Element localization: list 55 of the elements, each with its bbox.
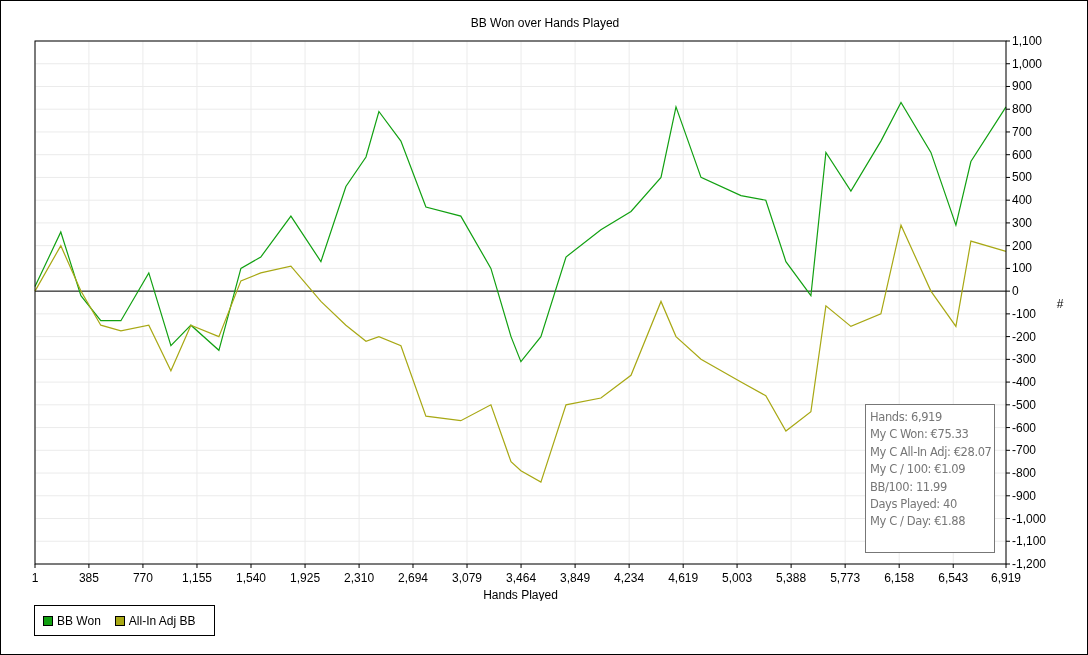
tick-label: 5,388: [776, 571, 807, 585]
tick-label: 6,158: [884, 571, 915, 585]
tick-label: 4,619: [668, 571, 699, 585]
tick-label: 3,079: [452, 571, 483, 585]
tick-label: 4,234: [614, 571, 645, 585]
tick-label: -700: [1012, 443, 1037, 458]
x-axis-label: Hands Played: [483, 588, 558, 601]
tick-label: -500: [1012, 397, 1037, 412]
tick-label: -100: [1012, 306, 1037, 321]
tick-label: 1,540: [236, 571, 267, 585]
legend-label: All-In Adj BB: [128, 613, 196, 628]
tick-label: -1,200: [1012, 557, 1047, 571]
tick-label: 6,919: [991, 571, 1021, 585]
tick-label: 1,000: [1012, 56, 1043, 71]
stats-text: My C All-In Adj: €28.07: [870, 444, 990, 459]
tick-label: -1,100: [1012, 534, 1047, 549]
tick-label: -400: [1012, 375, 1037, 390]
tick-label: 3,849: [560, 571, 591, 585]
stats-text: My C / Day: €1.88: [870, 514, 967, 529]
chart-title: BB Won over Hands Played: [470, 16, 620, 30]
tick-label: 1,100: [1012, 34, 1043, 48]
tick-label: 800: [1012, 102, 1033, 117]
tick-label: 1,155: [181, 571, 212, 585]
tick-label: 2,694: [397, 571, 428, 585]
tick-label: 0: [1012, 284, 1019, 299]
tick-label: 400: [1012, 193, 1033, 208]
stats-text: Hands: 6,919: [870, 410, 943, 424]
tick-label: 385: [78, 571, 99, 585]
tick-label: 600: [1012, 147, 1033, 162]
legend-label: BB Won: [57, 613, 101, 628]
tick-label: 770: [132, 571, 153, 585]
stats-text: Days Played: 40: [870, 496, 958, 511]
stats-text: My C Won: €75.33: [870, 427, 970, 442]
tick-label: 6,543: [938, 571, 969, 585]
tick-label: 100: [1012, 261, 1033, 276]
tick-label: 3,464: [506, 571, 537, 585]
tick-label: 200: [1012, 238, 1033, 253]
tick-label: 1,925: [290, 571, 321, 585]
tick-label: 300: [1012, 215, 1033, 230]
tick-label: 2,310: [344, 571, 375, 585]
tick-label: 500: [1012, 170, 1033, 185]
y-axis-label: #: [1056, 297, 1064, 311]
tick-label: 5,773: [830, 571, 861, 585]
stats-text: My C / 100: €1.09: [870, 462, 967, 477]
tick-label: -300: [1012, 352, 1037, 367]
tick-label: -200: [1012, 329, 1037, 344]
tick-label: 900: [1012, 79, 1033, 94]
stats-text: BB/100: 11.99: [870, 479, 948, 494]
tick-label: 5,003: [722, 571, 753, 585]
tick-label: -900: [1012, 488, 1037, 503]
tick-label: -800: [1012, 466, 1037, 481]
tick-label: -600: [1012, 420, 1037, 435]
tick-label: 700: [1012, 124, 1033, 139]
tick-label: 1: [31, 571, 39, 585]
tick-label: -1,000: [1012, 511, 1047, 526]
